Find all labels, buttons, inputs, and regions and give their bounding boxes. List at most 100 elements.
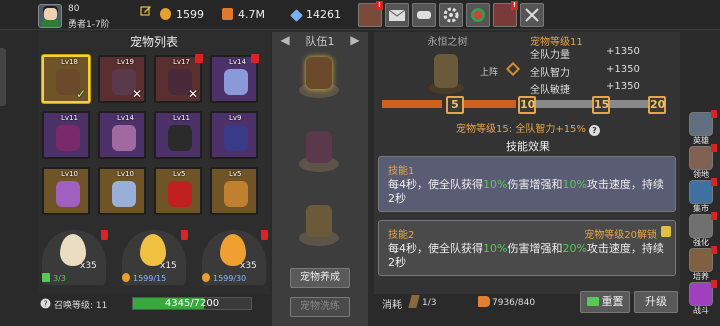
egg-count: x35 (240, 261, 257, 271)
pet-name: 永恒之树 (427, 37, 468, 48)
pet-sprite (56, 125, 80, 151)
milestone-node: 20 (648, 96, 666, 114)
egg-slot[interactable]: x35 3/3 (42, 230, 108, 285)
consume-value: 1/3 (422, 298, 437, 308)
help-icon[interactable]: ? (40, 298, 51, 309)
upgrade-button[interactable]: 升级 (634, 291, 678, 313)
left-edge-tab[interactable] (0, 48, 6, 106)
gold-display: 1599 (160, 8, 204, 21)
mail-button[interactable] (385, 3, 409, 27)
battle-button[interactable] (520, 3, 544, 27)
pet-card[interactable]: Lv10 (98, 167, 146, 215)
settings-button[interactable] (439, 3, 463, 27)
player-level: 80 (68, 4, 80, 14)
skill-2-unlock: 宠物等级20解锁 (584, 230, 657, 241)
key-value: 7936/840 (492, 298, 536, 308)
pet-level-label: Lv5 (173, 170, 186, 178)
pet-level-label: Lv19 (117, 58, 134, 66)
pet-level-label: Lv18 (61, 58, 78, 66)
sidebar-button[interactable]: 培养 (684, 246, 718, 284)
reset-button[interactable]: 重置 (580, 291, 630, 313)
pet-card[interactable]: Lv18 ✓ (42, 55, 90, 103)
sidebar-button[interactable]: 集市 (684, 178, 718, 216)
alert-badge: ! (376, 1, 383, 10)
gem-icon (290, 9, 303, 22)
alert-badge (711, 212, 717, 220)
gold-icon (202, 273, 210, 282)
pet-portrait (424, 50, 468, 98)
gold-amount: 1599 (176, 8, 204, 21)
pet-sprite (224, 69, 248, 95)
pet-card[interactable]: Lv17 ✕ (154, 54, 203, 103)
sidebar-icon (689, 248, 713, 272)
pet-sprite (306, 205, 332, 237)
pet-level-label: Lv11 (173, 114, 190, 122)
skill-1-description: 每4秒，使全队获得10%伤害增强和10%攻击速度，持续2秒 (388, 178, 664, 205)
pet-card[interactable]: Lv19 ✕ (98, 55, 146, 103)
egg-cost: 1599/15 (122, 273, 166, 283)
sidebar-button[interactable]: 强化 (684, 212, 718, 250)
quest-button[interactable]: ! (493, 1, 518, 27)
event-button[interactable] (466, 3, 490, 27)
pet-card[interactable]: Lv5 (210, 167, 258, 215)
pet-card[interactable]: Lv11 (154, 111, 202, 159)
egg-cost: 1599/30 (202, 273, 246, 283)
avatar-face (44, 8, 57, 20)
pet-sprite (112, 125, 136, 151)
deploy-label: 上阵 (480, 68, 499, 78)
edit-icon[interactable] (140, 4, 152, 16)
skill-2-box: 技能2 宠物等级20解锁 每4秒，使全队获得10%伤害增强和20%攻击速度，持续… (378, 220, 676, 276)
pet-card[interactable]: Lv11 (42, 111, 90, 159)
level-bonus: 宠物等级15: 全队智力+15%? (374, 120, 682, 136)
pet-card[interactable]: Lv14 (98, 111, 146, 159)
shop-button[interactable]: ! (358, 1, 383, 27)
pet-refine-button[interactable]: 宠物洗练 (290, 297, 350, 317)
egg-count: x15 (160, 261, 177, 271)
egg-count: x35 (80, 261, 97, 271)
stat-strength-value: +1350 (606, 46, 640, 57)
sidebar-button[interactable]: 战斗 (684, 280, 718, 318)
lock-icon (661, 226, 671, 237)
avatar[interactable] (38, 4, 62, 28)
mail-icon (388, 9, 406, 21)
team-slot-3[interactable] (293, 200, 345, 252)
sidebar-icon (689, 146, 713, 170)
check-icon: ✓ (75, 87, 86, 101)
pet-card[interactable]: Lv9 (210, 111, 258, 159)
pet-card[interactable]: Lv10 (42, 167, 90, 215)
milestone-track (460, 100, 516, 108)
skill-section-title: 技能效果 (506, 140, 550, 153)
cross-icon: ✕ (131, 87, 142, 101)
power-amount: 4.7M (238, 8, 265, 21)
egg-slot[interactable]: x15 1599/15 (122, 230, 188, 285)
milestone-node: 10 (518, 96, 536, 114)
pet-level-label: Lv11 (61, 114, 78, 122)
swirl-icon (471, 8, 485, 22)
pet-level-label: Lv14 (229, 58, 246, 66)
gold-coin-icon (160, 8, 171, 20)
power-icon (222, 8, 233, 20)
gamepad-icon (417, 11, 431, 19)
sidebar-button[interactable]: 英雄 (684, 110, 718, 148)
pet-card[interactable]: Lv5 (154, 167, 202, 215)
sidebar-icon (689, 180, 713, 204)
pet-grid: Lv18 ✓ Lv19 ✕ Lv17 ✕ Lv14 Lv11 Lv14 Lv11 Lv9 Lv10 Lv… (42, 54, 268, 225)
alert-badge (251, 54, 259, 63)
alert-badge (711, 280, 717, 288)
alert-badge (101, 230, 108, 240)
crossed-swords-icon (525, 8, 539, 22)
pet-train-button[interactable]: 宠物养成 (290, 268, 350, 288)
team-slot-2[interactable] (293, 126, 345, 178)
cross-icon: ✕ (187, 87, 198, 101)
egg-cost-value: 1599/30 (213, 274, 247, 283)
gamepad-button[interactable] (412, 3, 436, 27)
egg-slot[interactable]: x35 1599/30 (202, 230, 268, 285)
sidebar-icon (689, 282, 713, 306)
help-icon[interactable]: ? (588, 125, 600, 136)
team-slot-1[interactable] (293, 52, 345, 104)
pet-level-label: Lv14 (117, 114, 134, 122)
summon-level: 召唤等级: 11 (54, 301, 108, 311)
sidebar-button[interactable]: 领地 (684, 144, 718, 182)
gem-amount: 14261 (306, 8, 341, 21)
pet-card[interactable]: Lv14 (210, 54, 259, 103)
